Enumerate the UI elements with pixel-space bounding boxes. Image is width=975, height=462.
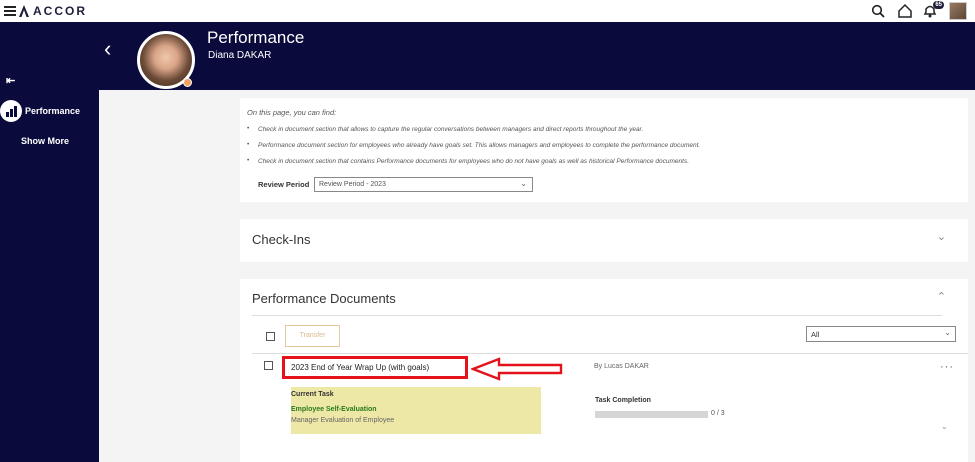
- document-checkbox[interactable]: [264, 361, 273, 370]
- brand-logo[interactable]: ACCOR: [19, 4, 87, 18]
- top-icons: 65: [871, 1, 967, 20]
- expand-row-icon[interactable]: ⌄: [941, 422, 948, 431]
- status-indicator: [183, 78, 192, 87]
- show-more-link[interactable]: Show More: [21, 136, 69, 146]
- chevron-up-icon[interactable]: ⌃: [937, 290, 946, 303]
- more-options-icon[interactable]: ···: [940, 361, 954, 373]
- notifications-icon[interactable]: 65: [923, 1, 944, 19]
- brand-name: ACCOR: [33, 4, 87, 18]
- info-bullet: Check in document section that allows to…: [247, 125, 700, 133]
- sidebar-item-label: Performance: [25, 106, 81, 116]
- task-completion-count: 0 / 3: [711, 410, 725, 417]
- top-bar: ACCOR 65: [0, 0, 975, 22]
- review-period-value: Review Period - 2023: [319, 181, 386, 188]
- sidebar: ⇤ Performance Show More: [0, 22, 99, 462]
- collapse-sidebar-icon[interactable]: ⇤: [6, 74, 15, 87]
- divider: [252, 315, 942, 316]
- performance-chart-icon: [0, 100, 22, 122]
- current-task-label: Current Task: [291, 391, 334, 398]
- task-completion-label: Task Completion: [595, 397, 651, 404]
- performance-documents-section: Performance Documents ⌃ Transfer All ⌄ 2…: [240, 279, 968, 462]
- search-icon[interactable]: [871, 3, 887, 19]
- current-task-link[interactable]: Employee Self-Evaluation: [291, 406, 377, 413]
- review-period-select[interactable]: Review Period - 2023 ⌄: [314, 177, 533, 192]
- sidebar-item-performance[interactable]: Performance: [0, 100, 80, 122]
- document-filter-select[interactable]: All ⌄: [806, 326, 956, 342]
- divider: [252, 353, 968, 354]
- page-title: Performance: [207, 28, 305, 47]
- home-icon[interactable]: [897, 3, 913, 19]
- menu-icon[interactable]: [4, 6, 16, 16]
- info-bullets: Check in document section that allows to…: [247, 125, 700, 174]
- checkins-title: Check-Ins: [252, 232, 311, 247]
- info-bullet: Check in document section that contains …: [247, 157, 700, 165]
- chevron-down-icon[interactable]: ⌄: [937, 230, 946, 243]
- chevron-down-icon: ⌄: [944, 328, 951, 337]
- info-card: On this page, you can find: Check in doc…: [240, 98, 968, 202]
- next-task: Manager Evaluation of Employee: [291, 417, 395, 424]
- performance-documents-title: Performance Documents: [252, 291, 396, 306]
- notification-badge: 65: [933, 1, 944, 9]
- accor-logo-icon: [19, 5, 29, 17]
- page-header: ‹ Performance Diana DAKAR: [99, 22, 975, 90]
- annotation-arrow-icon: [471, 357, 563, 381]
- document-title-link[interactable]: 2023 End of Year Wrap Up (with goals): [282, 356, 468, 379]
- current-task-box: Current Task Employee Self-Evaluation Ma…: [291, 387, 541, 434]
- chevron-down-icon: ⌄: [520, 179, 527, 188]
- select-all-checkbox[interactable]: [266, 332, 275, 341]
- intro-text: On this page, you can find:: [247, 108, 337, 117]
- filter-value: All: [811, 330, 820, 339]
- checkins-section[interactable]: Check-Ins ⌄: [240, 219, 968, 262]
- transfer-button[interactable]: Transfer: [285, 325, 340, 347]
- employee-name: Diana DAKAR: [208, 50, 272, 61]
- task-completion-bar: [595, 411, 708, 418]
- review-period-label: Review Period: [258, 180, 310, 189]
- document-author: By Lucas DAKAR: [594, 363, 649, 370]
- user-avatar[interactable]: [949, 2, 967, 20]
- info-bullet: Performance document section for employe…: [247, 141, 700, 149]
- back-icon[interactable]: ‹: [104, 36, 111, 62]
